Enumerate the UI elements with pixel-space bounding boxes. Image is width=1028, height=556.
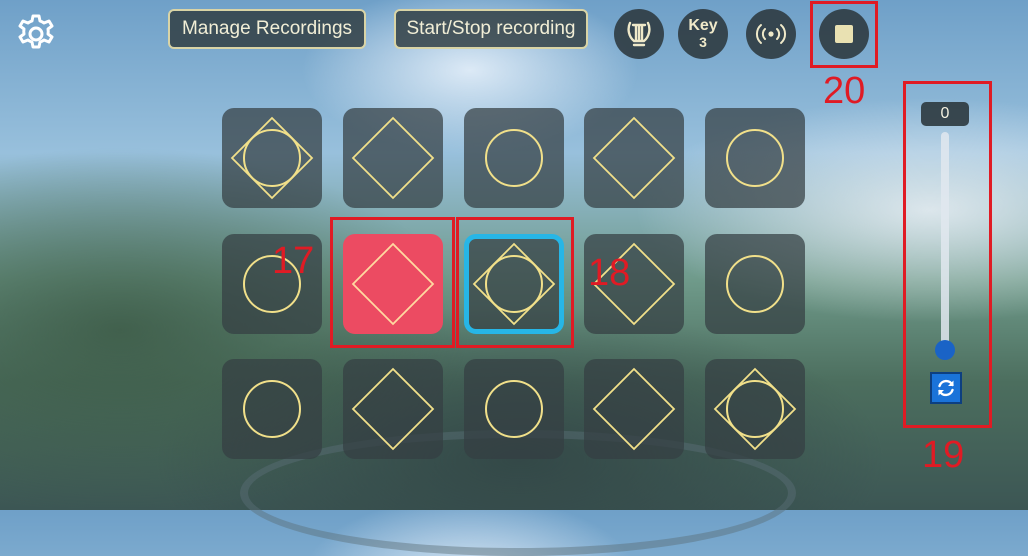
lyre-icon <box>627 21 651 47</box>
note-tile-2[interactable] <box>343 108 443 208</box>
annotation-label-18: 18 <box>588 252 631 294</box>
circle-icon <box>485 129 543 187</box>
diamond-icon <box>351 116 435 200</box>
slider-thumb[interactable] <box>935 340 955 360</box>
note-tile-7[interactable] <box>343 234 443 334</box>
slider-track[interactable] <box>941 132 949 350</box>
diamond-circle-icon <box>472 242 556 326</box>
stop-button[interactable] <box>819 9 869 59</box>
diamond-icon <box>592 116 676 200</box>
note-tile-4[interactable] <box>584 108 684 208</box>
note-tile-8[interactable] <box>464 234 564 334</box>
note-tile-11[interactable] <box>222 359 322 459</box>
circle-icon <box>726 255 784 313</box>
refresh-icon <box>938 379 954 397</box>
diamond-circle-icon <box>230 116 314 200</box>
key-button[interactable]: Key 3 <box>678 9 728 59</box>
broadcast-button[interactable] <box>746 9 796 59</box>
diamond-icon <box>351 242 435 326</box>
note-tile-14[interactable] <box>584 359 684 459</box>
note-tile-3[interactable] <box>464 108 564 208</box>
diamond-icon <box>592 367 676 451</box>
annotation-label-20: 20 <box>823 70 866 112</box>
annotation-label-17: 17 <box>272 240 315 282</box>
diamond-circle-icon <box>713 367 797 451</box>
gear-icon <box>18 14 54 49</box>
circle-icon <box>485 380 543 438</box>
circle-icon <box>243 380 301 438</box>
annotation-label-19: 19 <box>922 434 965 476</box>
slider-value-display: 0 <box>921 102 969 126</box>
instrument-button[interactable] <box>614 9 664 59</box>
note-tile-15[interactable] <box>705 359 805 459</box>
stop-icon <box>835 25 853 43</box>
reset-button[interactable] <box>930 372 962 404</box>
broadcast-icon <box>755 24 787 44</box>
diamond-icon <box>351 367 435 451</box>
start-stop-recording-button[interactable]: Start/Stop recording <box>394 9 588 49</box>
circle-icon <box>726 129 784 187</box>
manage-recordings-button[interactable]: Manage Recordings <box>168 9 366 49</box>
note-tile-12[interactable] <box>343 359 443 459</box>
settings-button[interactable] <box>14 12 58 56</box>
note-tile-13[interactable] <box>464 359 564 459</box>
note-tile-5[interactable] <box>705 108 805 208</box>
note-tile-10[interactable] <box>705 234 805 334</box>
key-value: 3 <box>699 34 707 50</box>
key-label: Key <box>688 17 718 34</box>
note-tile-1[interactable] <box>222 108 322 208</box>
